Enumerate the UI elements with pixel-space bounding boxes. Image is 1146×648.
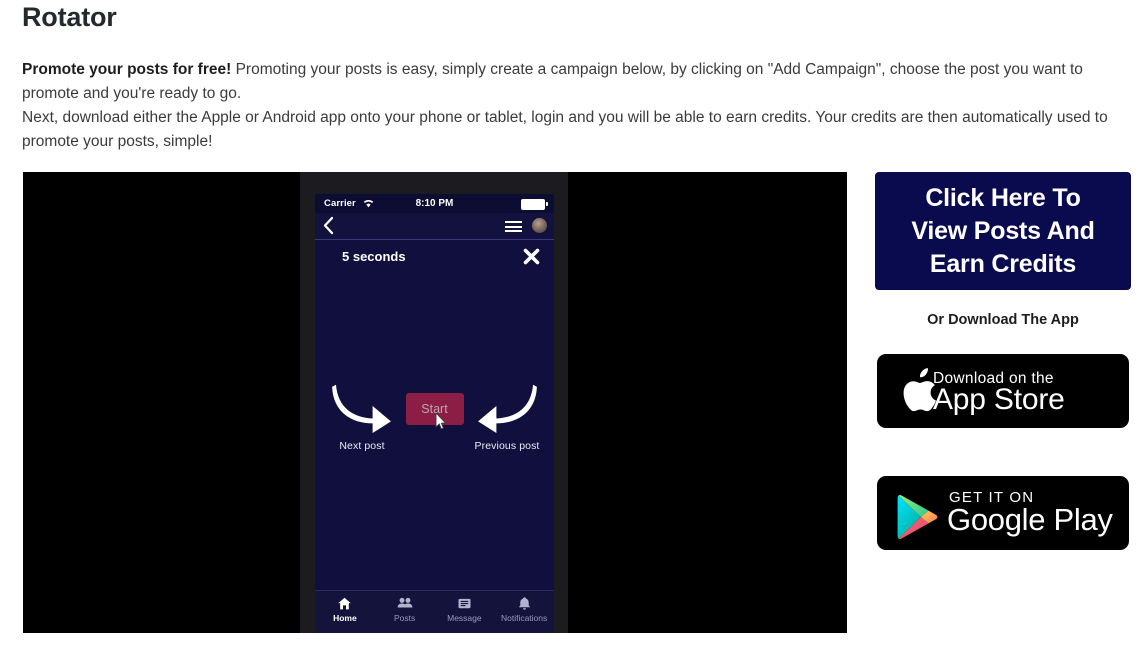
demo-video-stage[interactable]: Carrier 8:10 PM 5 seconds Next post Star…: [23, 172, 847, 633]
app-store-badge[interactable]: Download on the App Store: [877, 354, 1129, 428]
curved-right-arrow-icon[interactable]: [462, 379, 552, 438]
intro-paragraph: Promote your posts for free! Promoting y…: [22, 58, 1122, 154]
view-posts-earn-credits-button[interactable]: Click Here To View Posts And Earn Credit…: [875, 172, 1131, 290]
start-button[interactable]: Start: [405, 393, 464, 425]
tab-notifications[interactable]: Notifications: [494, 591, 554, 633]
phone-screen: Carrier 8:10 PM 5 seconds Next post Star…: [315, 194, 554, 633]
close-icon[interactable]: [523, 248, 540, 265]
hamburger-menu-icon[interactable]: [505, 221, 522, 232]
tab-message[interactable]: Message: [435, 591, 495, 633]
tab-home-label: Home: [333, 613, 357, 623]
phone-app-nav: [315, 213, 554, 240]
curved-left-arrow-icon[interactable]: [317, 379, 407, 438]
intro-line-2: Next, download either the Apple or Andro…: [22, 109, 1108, 150]
bell-icon: [517, 596, 532, 611]
rotator-controls: Next post Start Previous post: [315, 379, 554, 469]
google-play-logo-icon: [897, 494, 939, 540]
page-title: Rotator: [22, 2, 117, 32]
cta-line-2: View Posts And: [911, 216, 1095, 245]
cta-line-1: Click Here To: [925, 183, 1081, 212]
tab-posts[interactable]: Posts: [375, 591, 435, 633]
tab-message-label: Message: [447, 613, 482, 623]
timer-row: 5 seconds: [315, 240, 554, 274]
phone-status-bar: Carrier 8:10 PM: [315, 194, 554, 213]
google-play-bottom-label: Google Play: [947, 502, 1113, 537]
status-time: 8:10 PM: [415, 198, 454, 209]
timer-label: 5 seconds: [342, 249, 406, 264]
next-post-control[interactable]: Next post: [317, 379, 407, 452]
or-download-label: Or Download The App: [927, 312, 1079, 328]
back-chevron-icon[interactable]: [323, 216, 335, 235]
people-icon: [397, 596, 413, 611]
tab-notifications-label: Notifications: [500, 613, 548, 623]
tab-posts-label: Posts: [393, 613, 416, 623]
phone-tab-bar: Home Posts Message Notifications: [315, 590, 554, 633]
app-store-bottom-label: App Store: [933, 383, 1065, 416]
next-post-label: Next post: [339, 440, 385, 452]
avatar[interactable]: [532, 218, 547, 233]
google-play-badge[interactable]: GET IT ON Google Play: [877, 476, 1129, 550]
previous-post-label: Previous post: [474, 440, 540, 452]
cta-line-3: Earn Credits: [929, 249, 1077, 278]
tab-home[interactable]: Home: [315, 591, 375, 633]
previous-post-control[interactable]: Previous post: [462, 379, 552, 452]
side-column: Click Here To View Posts And Earn Credit…: [875, 172, 1131, 550]
battery-icon: [521, 199, 548, 210]
intro-lead: Promote your posts for free!: [22, 61, 232, 78]
home-icon: [337, 596, 352, 611]
message-icon: [457, 596, 472, 611]
